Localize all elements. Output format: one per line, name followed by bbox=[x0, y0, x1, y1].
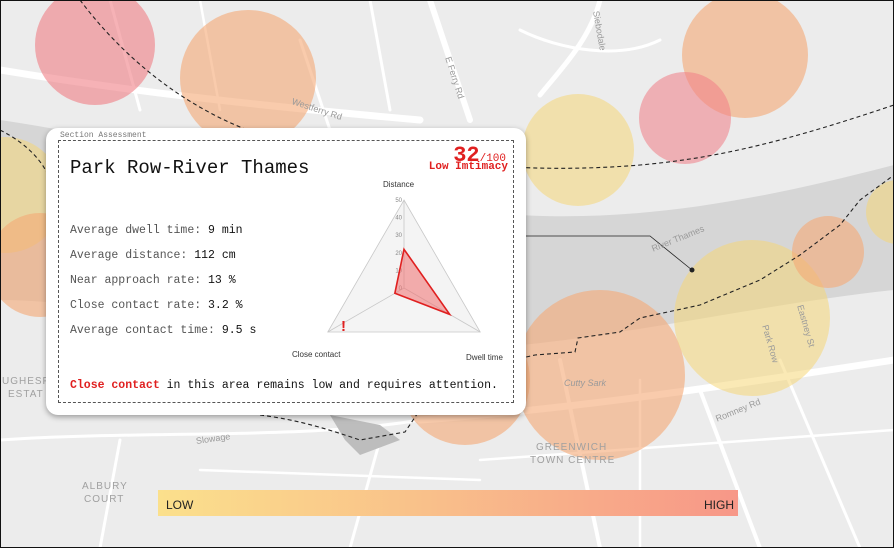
density-circle bbox=[515, 290, 685, 460]
metric-value: 13 % bbox=[208, 274, 236, 287]
radar-tick-label: 40 bbox=[395, 216, 402, 222]
legend-low-label: LOW bbox=[166, 498, 194, 512]
metric-near-approach: Near approach rate: 13 % bbox=[70, 274, 236, 287]
metric-label: Average distance: bbox=[70, 249, 188, 262]
metric-value: 112 cm bbox=[194, 249, 236, 262]
radar-axis-label-distance: Distance bbox=[383, 180, 415, 189]
radar-tick-label: 30 bbox=[395, 233, 402, 239]
place-label-cutty-sark: Cutty Sark bbox=[564, 378, 607, 388]
section-label: Section Assessment bbox=[58, 131, 149, 140]
area-label-court: COURT bbox=[84, 494, 125, 505]
attention-note: Close contact in this area remains low a… bbox=[70, 379, 498, 392]
metric-label: Average dwell time: bbox=[70, 224, 202, 237]
section-title: Park Row-River Thames bbox=[70, 157, 310, 179]
metric-label: Near approach rate: bbox=[70, 274, 202, 287]
note-highlight: Close contact bbox=[70, 379, 160, 392]
metric-label: Close contact rate: bbox=[70, 299, 202, 312]
metric-value: 9 min bbox=[208, 224, 243, 237]
density-circle bbox=[792, 216, 864, 288]
warning-icon: ! bbox=[341, 318, 346, 335]
density-circle bbox=[180, 10, 316, 146]
score-label: Low Imtimacy bbox=[428, 161, 508, 173]
note-text: in this area remains low and requires at… bbox=[159, 379, 498, 392]
radar-tick-label: 50 bbox=[395, 198, 402, 204]
radar-chart: 01020304050 bbox=[327, 198, 481, 333]
area-label-town-centre: TOWN CENTRE bbox=[530, 455, 616, 466]
area-label-hughesf: UGHESF bbox=[2, 376, 50, 387]
leader-target bbox=[689, 267, 695, 273]
legend-high-label: HIGH bbox=[704, 498, 734, 512]
intensity-legend-bar bbox=[158, 490, 738, 516]
metric-value: 9.5 s bbox=[221, 324, 257, 337]
metric-contact-time: Average contact time: 9.5 s bbox=[70, 324, 256, 337]
metric-label: Average contact time: bbox=[70, 324, 215, 337]
area-label-estate: ESTAT bbox=[8, 389, 44, 400]
metric-close-contact: Close contact rate: 3.2 % bbox=[70, 299, 243, 312]
metric-distance: Average distance: 112 cm bbox=[70, 249, 236, 262]
radar-tick-label: 20 bbox=[395, 251, 402, 257]
radar-axis-label-dwell-time: Dwell time bbox=[466, 353, 503, 362]
area-label-albury: ALBURY bbox=[82, 481, 128, 492]
metric-value: 3.2 % bbox=[208, 299, 243, 312]
radar-axis-label-close-contact: Close contact bbox=[292, 350, 341, 359]
metric-dwell-time: Average dwell time: 9 min bbox=[70, 224, 243, 237]
density-circle bbox=[639, 72, 731, 164]
density-circle bbox=[522, 94, 634, 206]
area-label-greenwich: GREENWICH bbox=[536, 442, 608, 453]
